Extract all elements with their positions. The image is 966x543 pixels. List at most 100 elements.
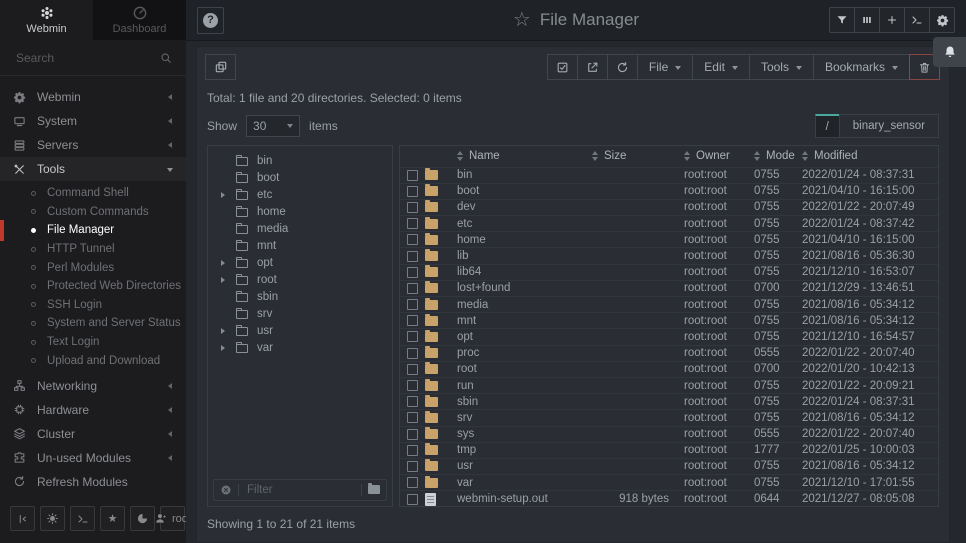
row-checkbox[interactable] — [407, 445, 418, 456]
cell-name[interactable]: var — [457, 475, 592, 491]
sidebar-item-ssh-login[interactable]: SSH Login — [0, 296, 186, 315]
sidebar-item-system-and-server-status[interactable]: System and Server Status — [0, 314, 186, 333]
tree-item-media[interactable]: media — [208, 220, 392, 237]
row-checkbox[interactable] — [407, 170, 418, 181]
table-row[interactable]: libroot:root07552021/08/16 - 05:36:30 — [400, 248, 938, 264]
row-checkbox[interactable] — [407, 429, 418, 440]
cell-name[interactable]: lost+found — [457, 280, 592, 296]
new-tab-button[interactable] — [879, 7, 905, 33]
row-checkbox[interactable] — [407, 494, 418, 505]
row-checkbox[interactable] — [407, 477, 418, 488]
table-row[interactable]: runroot:root07552022/01/22 - 20:09:21 — [400, 377, 938, 393]
search-input[interactable] — [14, 50, 160, 66]
sidebar-item-perl-modules[interactable]: Perl Modules — [0, 258, 186, 277]
sidebar-item-networking[interactable]: Networking — [0, 374, 186, 398]
menu-tools-button[interactable]: Tools — [749, 54, 814, 80]
cell-name[interactable]: mnt — [457, 313, 592, 329]
user-button[interactable]: root — [160, 506, 185, 531]
breadcrumb-root[interactable]: / — [815, 114, 840, 138]
cell-name[interactable]: lib64 — [457, 264, 592, 280]
cell-name[interactable]: bin — [457, 167, 592, 183]
tab-webmin[interactable]: Webmin — [0, 0, 93, 40]
tree-item-boot[interactable]: boot — [208, 169, 392, 186]
paste-buffer-button[interactable] — [205, 54, 236, 80]
table-row[interactable]: usrroot:root07552021/08/16 - 05:34:12 — [400, 458, 938, 474]
tree-item-sbin[interactable]: sbin — [208, 288, 392, 305]
cell-name[interactable]: srv — [457, 410, 592, 426]
refresh-button[interactable] — [607, 54, 638, 80]
cell-name[interactable]: lib — [457, 248, 592, 264]
cell-name[interactable]: dev — [457, 199, 592, 215]
table-row[interactable]: mntroot:root07552021/08/16 - 05:34:12 — [400, 313, 938, 329]
row-checkbox[interactable] — [407, 267, 418, 278]
cell-name[interactable]: home — [457, 232, 592, 248]
table-row[interactable]: webmin-setup.out918 bytesroot:root064420… — [400, 491, 938, 507]
sidebar-item-protected-web-directories[interactable]: Protected Web Directories — [0, 277, 186, 296]
sort-icon[interactable] — [457, 151, 463, 161]
sort-icon[interactable] — [802, 151, 808, 161]
sidebar-item-refresh-modules[interactable]: Refresh Modules — [0, 470, 186, 494]
cell-name[interactable]: usr — [457, 458, 592, 474]
column-header-mode[interactable]: Mode — [754, 146, 802, 167]
sidebar-item-http-tunnel[interactable]: HTTP Tunnel — [0, 240, 186, 259]
cell-name[interactable]: boot — [457, 183, 592, 199]
row-checkbox[interactable] — [407, 331, 418, 342]
collapse-sidebar-button[interactable] — [10, 506, 35, 531]
menu-file-button[interactable]: File — [637, 54, 693, 80]
sidebar-item-cluster[interactable]: Cluster — [0, 422, 186, 446]
column-header-name[interactable]: Name — [457, 146, 592, 167]
sidebar-item-upload-and-download[interactable]: Upload and Download — [0, 351, 186, 370]
tree-item-var[interactable]: var — [208, 339, 392, 356]
table-row[interactable]: procroot:root05552022/01/22 - 20:07:40 — [400, 345, 938, 361]
table-row[interactable]: devroot:root07552022/01/22 - 20:07:49 — [400, 199, 938, 215]
menu-bookmarks-button[interactable]: Bookmarks — [813, 54, 910, 80]
sidebar-item-webmin[interactable]: Webmin — [0, 85, 186, 109]
table-row[interactable]: sbinroot:root07552022/01/24 - 08:37:31 — [400, 394, 938, 410]
table-row[interactable]: varroot:root07552021/12/10 - 17:01:55 — [400, 475, 938, 491]
help-button[interactable]: ? — [197, 7, 224, 34]
terminal-button[interactable] — [904, 7, 930, 33]
table-row[interactable]: homeroot:root07552021/04/10 - 16:15:00 — [400, 232, 938, 248]
tree-item-srv[interactable]: srv — [208, 305, 392, 322]
star-outline-icon[interactable]: ☆ — [513, 10, 531, 30]
tree-item-usr[interactable]: usr — [208, 322, 392, 339]
row-checkbox[interactable] — [407, 299, 418, 310]
breadcrumb-current[interactable]: binary_sensor — [839, 114, 939, 138]
tree-item-mnt[interactable]: mnt — [208, 237, 392, 254]
favorites-button[interactable]: ★ — [100, 506, 125, 531]
sidebar-item-file-manager[interactable]: File Manager — [0, 221, 186, 240]
table-row[interactable]: bootroot:root07552021/04/10 - 16:15:00 — [400, 183, 938, 199]
sidebar-item-tools[interactable]: Tools — [0, 157, 186, 181]
row-checkbox[interactable] — [407, 251, 418, 262]
column-header-owner[interactable]: Owner — [684, 146, 754, 167]
search-icon[interactable] — [160, 52, 172, 64]
sort-icon[interactable] — [592, 151, 598, 161]
table-row[interactable]: optroot:root07552021/12/10 - 16:54:57 — [400, 329, 938, 345]
row-checkbox[interactable] — [407, 202, 418, 213]
sidebar-item-servers[interactable]: Servers — [0, 133, 186, 157]
sort-icon[interactable] — [684, 151, 690, 161]
sidebar-item-text-login[interactable]: Text Login — [0, 333, 186, 352]
cell-name[interactable]: etc — [457, 216, 592, 232]
row-checkbox[interactable] — [407, 364, 418, 375]
table-row[interactable]: lib64root:root07552021/12/10 - 16:53:07 — [400, 264, 938, 280]
row-checkbox[interactable] — [407, 380, 418, 391]
row-checkbox[interactable] — [407, 283, 418, 294]
settings-button[interactable] — [929, 7, 955, 33]
row-checkbox[interactable] — [407, 461, 418, 472]
table-row[interactable]: etcroot:root07552022/01/24 - 08:37:42 — [400, 216, 938, 232]
cell-name[interactable]: sbin — [457, 394, 592, 410]
row-checkbox[interactable] — [407, 396, 418, 407]
cell-name[interactable]: tmp — [457, 442, 592, 458]
column-header-size[interactable]: Size — [592, 146, 684, 167]
menu-edit-button[interactable]: Edit — [692, 54, 750, 80]
table-row[interactable]: rootroot:root07002022/01/20 - 10:42:13 — [400, 361, 938, 377]
row-checkbox[interactable] — [407, 218, 418, 229]
tree-item-opt[interactable]: opt — [208, 254, 392, 271]
export-button[interactable] — [577, 54, 608, 80]
cell-name[interactable]: root — [457, 361, 592, 377]
expand-icon[interactable] — [221, 277, 232, 283]
table-row[interactable]: mediaroot:root07552021/08/16 - 05:34:12 — [400, 297, 938, 313]
theme-toggle-button[interactable] — [40, 506, 65, 531]
notifications-button[interactable] — [933, 37, 966, 67]
